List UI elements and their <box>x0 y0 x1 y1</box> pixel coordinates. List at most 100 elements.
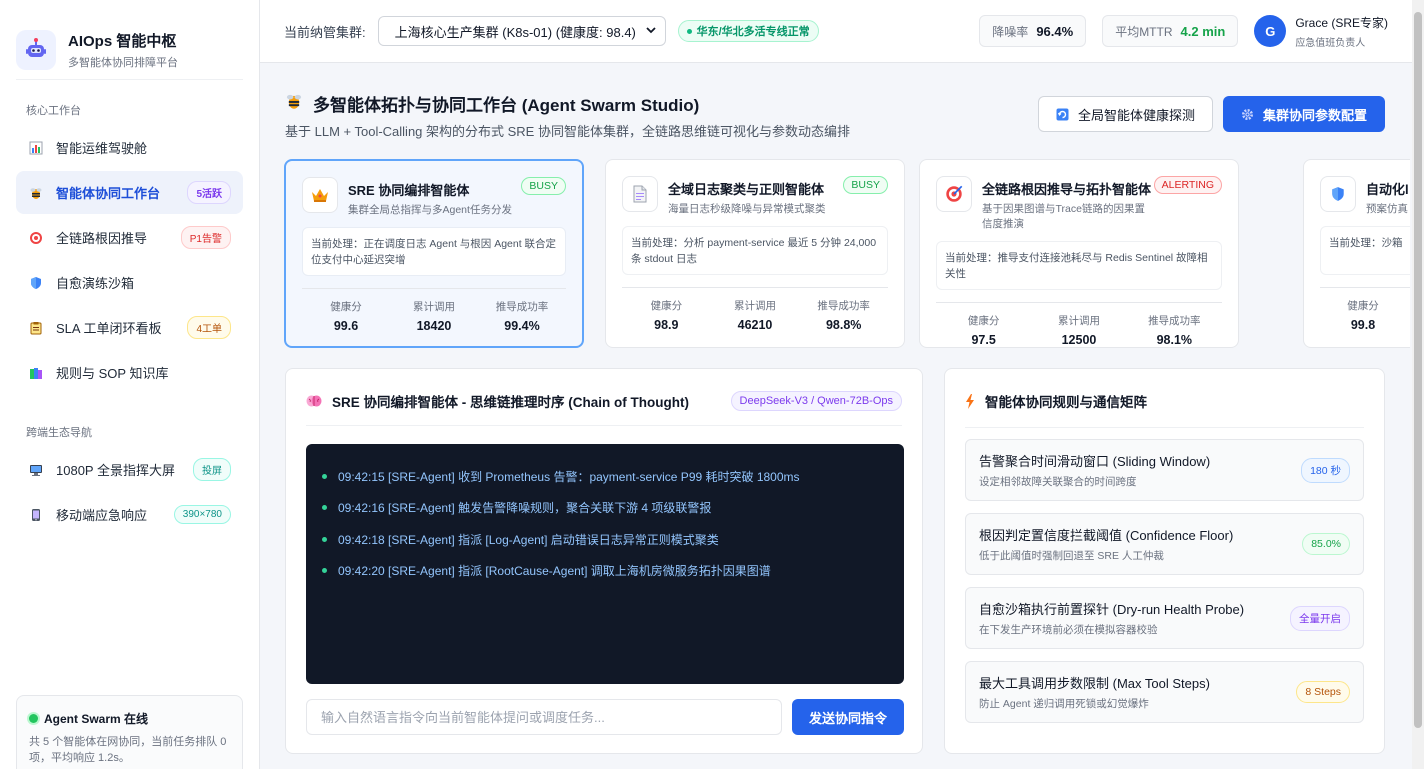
health-probe-button[interactable]: 全局智能体健康探测 <box>1038 96 1213 132</box>
cluster-config-button[interactable]: 集群协同参数配置 <box>1223 96 1385 132</box>
sidebar-item-label: 智能体协同工作台 <box>56 186 161 201</box>
noise-value: 96.4% <box>1036 23 1074 39</box>
cluster-select-value: 上海核心生产集群 (K8s-01) (健康度: 98.4) <box>394 24 636 40</box>
log-dot-icon <box>322 505 327 511</box>
noise-label: 降噪率 <box>992 24 1029 39</box>
scrollbar-thumb[interactable] <box>1414 12 1422 728</box>
stat-calls: 累计调用 12500 <box>1031 313 1126 347</box>
rule-text: 告警聚合时间滑动窗口 (Sliding Window) 设定相邻故障关联聚合的时… <box>979 451 1301 489</box>
chart-icon <box>28 140 44 156</box>
stat-label: 推导成功率 <box>495 301 549 313</box>
stat-calls: 累计调用 18420 <box>390 299 478 333</box>
agent-card[interactable]: 全域日志聚类与正则智能体 海量日志秒级降噪与异常模式聚类 BUSY 当前处理：分… <box>605 159 905 348</box>
resolution-badge: 390×780 <box>173 505 231 524</box>
agent-current-task: 当前处理：正在调度日志 Agent 与根因 Agent 联合定位支付中心延迟突增 <box>302 227 566 276</box>
mobile-icon <box>28 507 44 523</box>
refresh-icon <box>1056 108 1069 121</box>
nav-section-core: 核心工作台 <box>26 105 81 117</box>
page-scrollbar[interactable] <box>1412 0 1424 769</box>
stat-value: 98.1% <box>1156 333 1193 347</box>
swarm-title-text: Agent Swarm 在线 <box>44 712 149 726</box>
agent-name: 全链路根因推导与拓扑智能体 <box>982 182 1152 197</box>
brand: AIOps 智能中枢 多智能体协同排障平台 <box>16 0 243 80</box>
stat-health: 健康分 98.9 <box>622 298 711 332</box>
log-text: 09:42:20 [SRE-Agent] 指派 [RootCause-Agent… <box>338 564 771 579</box>
link-status-text: 华东/华北多活专线正常 <box>696 26 810 38</box>
rule-item[interactable]: 根因判定置信度拦截阈值 (Confidence Floor) 低于此阈值时强制回… <box>965 513 1364 575</box>
rule-desc: 防止 Agent 递归调用死锁或幻觉爆炸 <box>979 698 1149 710</box>
cot-header: SRE 协同编排智能体 - 思维链推理时序 (Chain of Thought)… <box>306 391 902 426</box>
sidebar-item-sandbox[interactable]: 自愈演练沙箱 <box>16 261 243 304</box>
bee-icon <box>285 92 303 115</box>
rule-item[interactable]: 自愈沙箱执行前置探针 (Dry-run Health Probe) 在下发生产环… <box>965 587 1364 649</box>
target-icon <box>28 230 44 246</box>
agent-card-list: SRE 协同编排智能体 集群全局总指挥与多Agent任务分发 BUSY 当前处理… <box>284 159 1410 349</box>
agent-card[interactable]: 自动化l 预案仿真 当前处理：沙箱 健康分 99.8 <box>1303 159 1410 348</box>
rule-desc: 在下发生产环境前必须在模拟容器校验 <box>979 624 1158 636</box>
agent-desc: 集群全局总指挥与多Agent任务分发 <box>348 204 512 216</box>
sidebar-item-mobile[interactable]: 移动端应急响应 390×780 <box>16 493 243 536</box>
stat-label: 健康分 <box>967 315 1000 327</box>
sidebar-item-agent-studio[interactable]: 智能体协同工作台 5活跃 <box>16 171 243 214</box>
rule-name: 最大工具调用步数限制 (Max Tool Steps) <box>979 676 1210 691</box>
rule-text: 最大工具调用步数限制 (Max Tool Steps) 防止 Agent 递归调… <box>979 673 1296 711</box>
agent-stats: 健康分 97.5 累计调用 12500 推导成功率 98.1% <box>936 302 1222 347</box>
rule-text: 根因判定置信度拦截阈值 (Confidence Floor) 低于此阈值时强制回… <box>979 525 1302 563</box>
gear-icon <box>1241 108 1254 121</box>
cluster-label: 当前纳管集群: <box>284 24 366 40</box>
stat-success-rate: 推导成功率 98.8% <box>799 298 888 332</box>
agent-name: SRE 协同编排智能体 <box>348 183 470 198</box>
rule-desc: 低于此阈值时强制回退至 SRE 人工仲裁 <box>979 550 1164 562</box>
brand-title: AIOps 智能中枢 <box>68 32 177 50</box>
agent-name: 自动化l <box>1366 182 1409 197</box>
log-line: 09:42:18 [SRE-Agent] 指派 [Log-Agent] 启动错误… <box>322 524 888 555</box>
log-dot-icon <box>322 474 327 480</box>
agent-current-task: 当前处理：推导支付连接池耗尽与 Redis Sentinel 故障相关性 <box>936 241 1222 290</box>
online-dot-icon <box>29 714 38 723</box>
stat-value: 99.6 <box>333 319 359 333</box>
stat-value: 97.5 <box>971 333 996 347</box>
rule-item[interactable]: 告警聚合时间滑动窗口 (Sliding Window) 设定相邻故障关联聚合的时… <box>965 439 1364 501</box>
rule-item[interactable]: 最大工具调用步数限制 (Max Tool Steps) 防止 Agent 递归调… <box>965 661 1364 723</box>
sidebar-item-label: 1080P 全景指挥大屏 <box>56 463 175 478</box>
sidebar-item-label: 智能运维驾驶舱 <box>56 141 148 156</box>
sidebar-item-big-screen[interactable]: 1080P 全景指挥大屏 投屏 <box>16 448 243 491</box>
link-status-badge: 华东/华北多活专线正常 <box>677 20 819 42</box>
ticket-count-badge: 4工单 <box>187 316 231 339</box>
agent-stats: 健康分 99.6 累计调用 18420 推导成功率 99.4% <box>302 288 566 333</box>
agent-card[interactable]: 全链路根因推导与拓扑智能体 基于因果图谱与Trace链路的因果置信度推演 ALE… <box>919 159 1239 348</box>
agent-state-badge: BUSY <box>521 177 566 195</box>
log-line: 09:42:15 [SRE-Agent] 收到 Prometheus 告警：pa… <box>322 461 888 492</box>
chevron-down-icon <box>645 24 657 39</box>
sidebar-item-label: SLA 工单闭环看板 <box>56 321 162 336</box>
sidebar-item-sop-library[interactable]: 规则与 SOP 知识库 <box>16 351 243 394</box>
log-dot-icon <box>322 568 327 574</box>
stat-label: 推导成功率 <box>817 300 870 312</box>
agent-card[interactable]: SRE 协同编排智能体 集群全局总指挥与多Agent任务分发 BUSY 当前处理… <box>284 159 584 348</box>
sidebar-item-sla-board[interactable]: SLA 工单闭环看板 4工单 <box>16 306 243 349</box>
stat-value: 99.4% <box>504 319 540 333</box>
brand-subtitle: 多智能体协同排障平台 <box>68 56 178 69</box>
agent-stats: 健康分 99.8 <box>1320 287 1410 332</box>
shield-icon <box>1320 176 1356 212</box>
sidebar-item-dashboard[interactable]: 智能运维驾驶舱 <box>16 126 243 169</box>
rule-value-badge: 85.0% <box>1302 533 1350 555</box>
page-subtitle: 基于 LLM + Tool-Calling 架构的分布式 SRE 协同智能体集群… <box>285 124 850 139</box>
stat-label: 健康分 <box>1347 300 1379 312</box>
stat-success-rate: 推导成功率 99.4% <box>478 299 566 333</box>
sidebar-item-root-cause[interactable]: 全链路根因推导 P1告警 <box>16 216 243 259</box>
swarm-desc: 共 5 个智能体在网协同，当前任务排队 0 项，平均响应 1.2s。 <box>29 736 227 764</box>
health-probe-label: 全局智能体健康探测 <box>1077 107 1195 123</box>
avatar: G <box>1254 15 1287 47</box>
sidebar-item-label: 移动端应急响应 <box>56 508 148 523</box>
mttr-value: 4.2 min <box>1180 23 1226 39</box>
cluster-select[interactable]: 上海核心生产集群 (K8s-01) (健康度: 98.4) <box>377 16 666 46</box>
sidebar: AIOps 智能中枢 多智能体协同排障平台 核心工作台 智能运维驾驶舱 智能体协… <box>0 0 260 769</box>
rule-value-badge: 全量开启 <box>1290 605 1350 631</box>
user-menu[interactable]: G Grace (SRE专家) 应急值班负责人 <box>1254 14 1388 49</box>
user-role: 应急值班负责人 <box>1295 37 1366 49</box>
cluster-config-label: 集群协同参数配置 <box>1262 107 1367 123</box>
command-input[interactable] <box>306 699 782 735</box>
stat-value: 98.8% <box>825 318 862 332</box>
send-command-button[interactable]: 发送协同指令 <box>792 699 904 735</box>
